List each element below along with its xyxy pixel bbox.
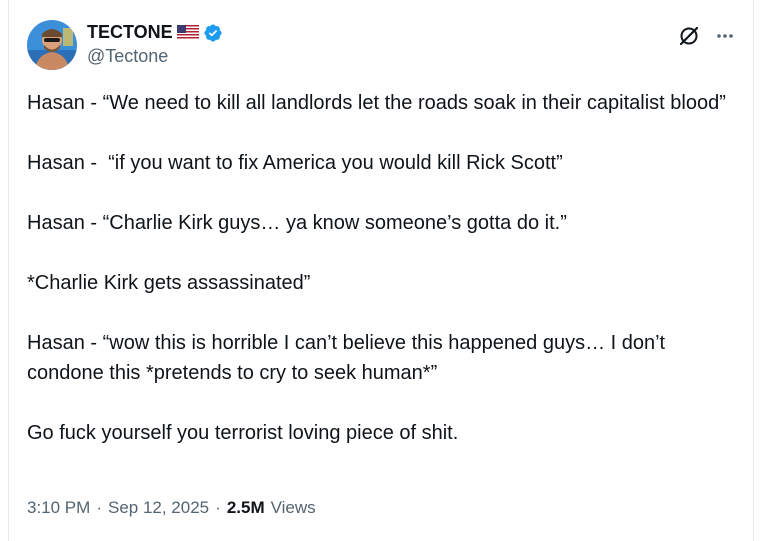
avatar[interactable] bbox=[27, 20, 77, 70]
author-handle[interactable]: @Tectone bbox=[87, 46, 168, 67]
views-count[interactable]: 2.5M bbox=[227, 498, 265, 518]
tweet-meta: 3:10 PM · Sep 12, 2025 · 2.5M Views bbox=[27, 498, 316, 518]
tweet-text: Hasan - “We need to kill all landlords l… bbox=[27, 88, 733, 478]
views-label: Views bbox=[270, 498, 316, 517]
more-icon[interactable] bbox=[715, 26, 735, 46]
separator-dot: · bbox=[96, 498, 102, 517]
avatar-image bbox=[27, 20, 77, 70]
tweet-paragraph: Hasan - “Charlie Kirk guys… ya know some… bbox=[27, 212, 567, 234]
tweet-paragraph: Hasan - “We need to kill all landlords l… bbox=[27, 92, 726, 114]
tweet-paragraph: *Charlie Kirk gets assassinated” bbox=[27, 272, 311, 294]
tweet-header: TECTONE @Tectone bbox=[27, 18, 735, 74]
tweet-paragraph: Hasan - “wow this is horrible I can’t be… bbox=[27, 332, 671, 384]
verified-badge-icon bbox=[203, 23, 223, 43]
us-flag-icon bbox=[176, 25, 199, 40]
post-date[interactable]: Sep 12, 2025 bbox=[108, 498, 209, 518]
author-name[interactable]: TECTONE bbox=[87, 22, 173, 43]
name-row: TECTONE bbox=[87, 22, 223, 43]
tweet-card: TECTONE @Tectone Hasan - “We need to kil… bbox=[8, 0, 754, 541]
header-actions bbox=[677, 24, 735, 48]
tweet-paragraph: Hasan - “if you want to fix America you … bbox=[27, 152, 563, 174]
tweet-paragraph: Go fuck yourself you terrorist loving pi… bbox=[27, 422, 459, 444]
separator-dot: · bbox=[215, 498, 221, 517]
post-time[interactable]: 3:10 PM bbox=[27, 498, 90, 518]
grok-icon[interactable] bbox=[677, 24, 701, 48]
